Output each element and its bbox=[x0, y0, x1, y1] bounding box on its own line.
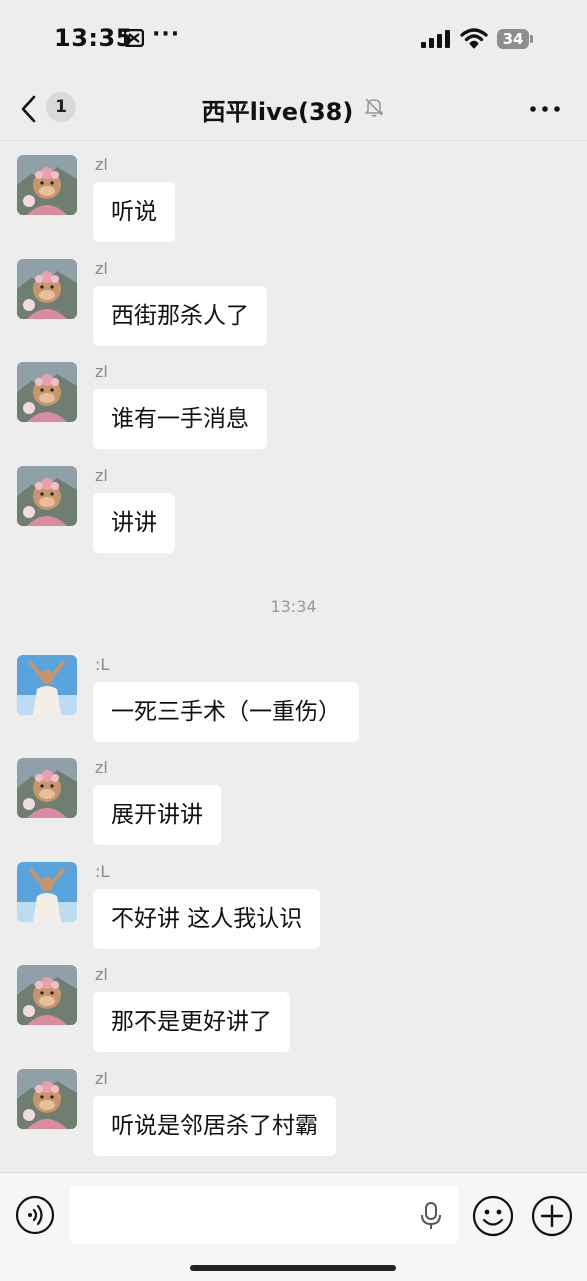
monkey-avatar[interactable] bbox=[17, 259, 77, 319]
voice-icon bbox=[15, 1195, 55, 1239]
sender-name: :L bbox=[95, 862, 110, 881]
emoji-icon bbox=[472, 1195, 514, 1241]
chat-header: 1 西平live(38) bbox=[0, 78, 587, 141]
sender-name: zl bbox=[95, 1069, 108, 1088]
message-bubble[interactable]: 讲讲 bbox=[93, 493, 175, 553]
emoji-button[interactable] bbox=[472, 1195, 514, 1237]
signal-icon bbox=[421, 30, 451, 52]
sender-name: zl bbox=[95, 466, 108, 485]
message-bubble[interactable]: 西街那杀人了 bbox=[93, 286, 267, 346]
battery-level: 34 bbox=[497, 29, 529, 49]
sender-name: :L bbox=[95, 655, 110, 674]
person-avatar[interactable] bbox=[17, 862, 77, 922]
monkey-avatar[interactable] bbox=[17, 362, 77, 422]
message-bubble[interactable]: 听说 bbox=[93, 182, 175, 242]
chat-title[interactable]: 西平live(38) bbox=[202, 92, 354, 127]
status-time: 13:35 bbox=[54, 24, 133, 52]
message-bubble[interactable]: 那不是更好讲了 bbox=[93, 992, 290, 1052]
plus-icon bbox=[531, 1195, 573, 1241]
more-icon bbox=[528, 106, 562, 130]
wifi-icon bbox=[460, 27, 488, 53]
home-indicator[interactable] bbox=[190, 1265, 396, 1271]
more-button[interactable] bbox=[528, 92, 562, 126]
monkey-avatar[interactable] bbox=[17, 466, 77, 526]
sender-name: zl bbox=[95, 259, 108, 278]
mute-bell-icon bbox=[363, 96, 385, 124]
mic-icon[interactable] bbox=[419, 1201, 443, 1235]
voice-button[interactable] bbox=[15, 1195, 55, 1235]
monkey-avatar[interactable] bbox=[17, 758, 77, 818]
message-bubble[interactable]: 展开讲讲 bbox=[93, 785, 221, 845]
sender-name: zl bbox=[95, 155, 108, 174]
message-bubble[interactable]: 听说是邻居杀了村霸 bbox=[93, 1096, 336, 1156]
message-bubble[interactable]: 不好讲 这人我认识 bbox=[93, 889, 321, 949]
message-bubble[interactable]: 谁有一手消息 bbox=[93, 389, 267, 449]
battery-icon: 34 bbox=[497, 29, 533, 49]
status-bar: 13:35 ··· 34 bbox=[0, 0, 587, 78]
sender-name: zl bbox=[95, 758, 108, 777]
monkey-avatar[interactable] bbox=[17, 155, 77, 215]
monkey-avatar[interactable] bbox=[17, 965, 77, 1025]
sender-name: zl bbox=[95, 362, 108, 381]
message-list[interactable]: zl 听说 zl 西街那杀人了 zl 谁有一手消息 zl 讲讲 13:34:L… bbox=[0, 141, 587, 1171]
status-more: ··· bbox=[152, 22, 181, 47]
message-timestamp: 13:34 bbox=[270, 597, 317, 616]
message-bubble[interactable]: 一死三手术（一重伤） bbox=[93, 682, 359, 742]
plus-button[interactable] bbox=[531, 1195, 573, 1237]
capcut-icon bbox=[123, 28, 145, 51]
monkey-avatar[interactable] bbox=[17, 1069, 77, 1129]
sender-name: zl bbox=[95, 965, 108, 984]
message-input[interactable] bbox=[70, 1186, 458, 1244]
person-avatar[interactable] bbox=[17, 655, 77, 715]
